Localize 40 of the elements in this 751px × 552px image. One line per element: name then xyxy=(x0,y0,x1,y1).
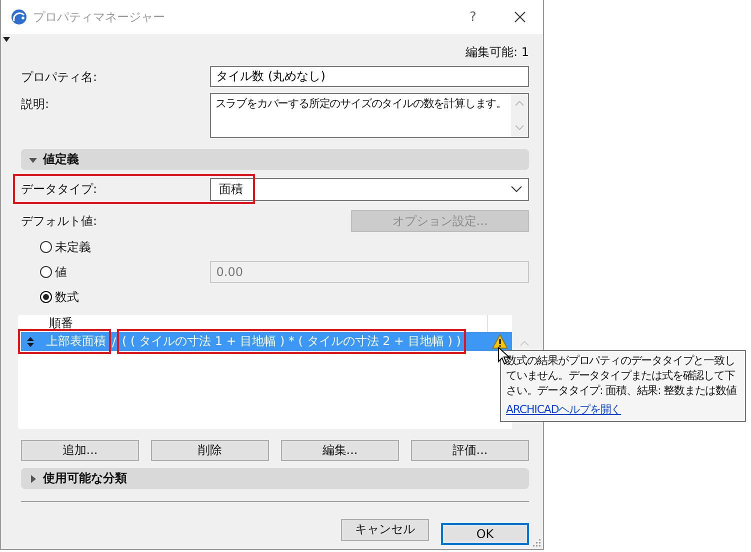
action-button[interactable]: 評価... xyxy=(411,440,529,461)
help-link[interactable]: ARCHICADヘルプを開く xyxy=(506,402,622,417)
app-logo-icon xyxy=(11,9,27,25)
close-icon xyxy=(514,11,526,23)
parameter-name: 上部表面積 xyxy=(46,333,106,350)
section-header[interactable]: 値定義 xyxy=(21,149,529,170)
section-title: 使用可能な分類 xyxy=(43,470,127,487)
radio-option[interactable]: 数式 xyxy=(40,288,211,306)
field-label: 説明: xyxy=(21,96,50,113)
scrollbar[interactable] xyxy=(511,94,528,137)
column-header: 順番 xyxy=(49,315,74,332)
scroll-down-icon xyxy=(515,125,524,131)
help-button[interactable]: ? xyxy=(455,8,491,26)
reorder-handle-icon[interactable] xyxy=(27,336,34,346)
field-value: スラブをカバーする所定のサイズのタイルの数を計算します。 xyxy=(214,96,508,112)
section-title: 値定義 xyxy=(43,151,79,168)
dialog-button[interactable]: キャンセル xyxy=(341,518,429,540)
section-header[interactable]: 使用可能な分類 xyxy=(21,468,529,489)
description-field[interactable]: スラブをカバーする所定のサイズのタイルの数を計算します。 xyxy=(210,93,529,138)
dropdown-triangle-icon xyxy=(3,37,10,42)
chevron-down-icon xyxy=(511,186,522,193)
radio-button[interactable] xyxy=(40,291,52,303)
window-title: プロパティマネージャー xyxy=(33,8,166,26)
scroll-up-icon xyxy=(515,100,524,106)
field-label: データタイプ: xyxy=(21,181,98,198)
dialog-button[interactable]: OK xyxy=(441,523,529,545)
name-field[interactable]: タイル数 (丸めなし) xyxy=(210,66,529,87)
data-type-dropdown[interactable]: 面積 xyxy=(210,178,529,201)
action-button[interactable]: 削除 xyxy=(151,440,269,461)
action-button[interactable]: 追加... xyxy=(21,440,139,461)
field-label: プロパティ名: xyxy=(21,69,98,86)
formula-expression: ( ( タイルの寸法 1 + 目地幅 ) * ( タイルの寸法 2 + 目地幅 ) ) xyxy=(120,332,463,351)
action-button[interactable]: 編集... xyxy=(281,440,399,461)
radio-option[interactable]: 未定義 xyxy=(40,238,211,256)
edit-count: 編集可能: 1 xyxy=(466,44,529,60)
field-label: デフォルト値: xyxy=(21,213,98,230)
radio-button[interactable] xyxy=(40,241,52,253)
warning-icon[interactable] xyxy=(492,334,508,349)
operator: / xyxy=(111,334,118,348)
resize-grip-icon[interactable] xyxy=(533,539,541,547)
